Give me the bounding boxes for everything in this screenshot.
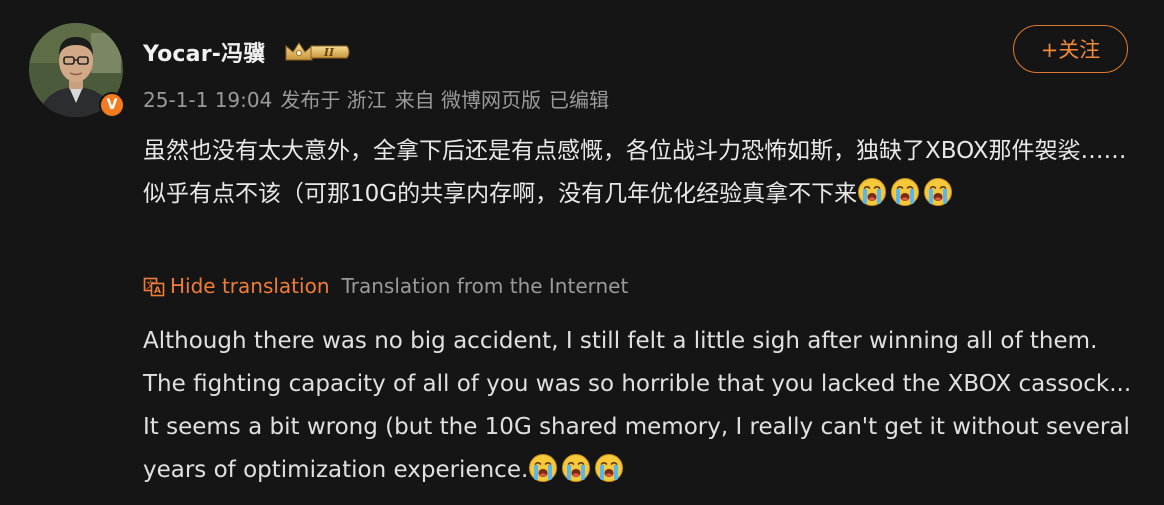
post-date[interactable]: 25-1-1 19:04 bbox=[143, 88, 272, 112]
post-content-translation: Although there was no big accident, I st… bbox=[143, 320, 1133, 492]
post-text-translation: Although there was no big accident, I st… bbox=[143, 328, 1132, 483]
username[interactable]: Yocar-冯骥 bbox=[143, 36, 266, 68]
follow-button-label: +关注 bbox=[1040, 38, 1101, 62]
crying-face-emoji bbox=[562, 454, 591, 482]
crying-face-emoji bbox=[891, 178, 920, 206]
crying-face-emoji bbox=[529, 454, 558, 482]
hide-translation-link[interactable]: Hide translation bbox=[170, 274, 330, 298]
crown-icon: II bbox=[285, 42, 350, 61]
svg-text:A: A bbox=[154, 286, 161, 296]
emoji-group bbox=[857, 178, 956, 207]
avatar[interactable]: V bbox=[29, 23, 125, 118]
translation-source-label: Translation from the Internet bbox=[341, 274, 629, 298]
crying-face-emoji bbox=[858, 178, 887, 206]
post-content-original: 虽然也没有太大意外，全拿下后还是有点感慨，各位战斗力恐怖如斯，独缺了XBOX那件… bbox=[143, 130, 1133, 216]
emoji-group bbox=[528, 454, 627, 483]
follow-button[interactable]: +关注 bbox=[1013, 25, 1128, 73]
rank-badge[interactable]: II bbox=[283, 38, 353, 66]
crying-face-emoji bbox=[924, 178, 953, 206]
post-meta: 25-1-1 19:04 发布于 浙江 来自 微博网页版 已编辑 bbox=[143, 84, 617, 113]
translation-bar: 文 A Hide translation Translation from th… bbox=[142, 274, 628, 298]
translate-icon[interactable]: 文 A bbox=[142, 274, 166, 298]
weibo-post: V Yocar-冯骥 II 25-1-1 19:04 发布于 浙江 来自 微博网页版… bbox=[0, 0, 1164, 505]
post-location: 发布于 浙江 bbox=[280, 88, 387, 112]
post-text-original: 虽然也没有太大意外，全拿下后还是有点感慨，各位战斗力恐怖如斯，独缺了XBOX那件… bbox=[143, 138, 1127, 207]
crying-face-emoji bbox=[595, 454, 624, 482]
verified-badge: V bbox=[99, 92, 125, 118]
edited-label[interactable]: 已编辑 bbox=[549, 88, 609, 112]
rank-badge-label: II bbox=[323, 46, 335, 59]
post-source: 来自 微博网页版 bbox=[394, 88, 542, 112]
